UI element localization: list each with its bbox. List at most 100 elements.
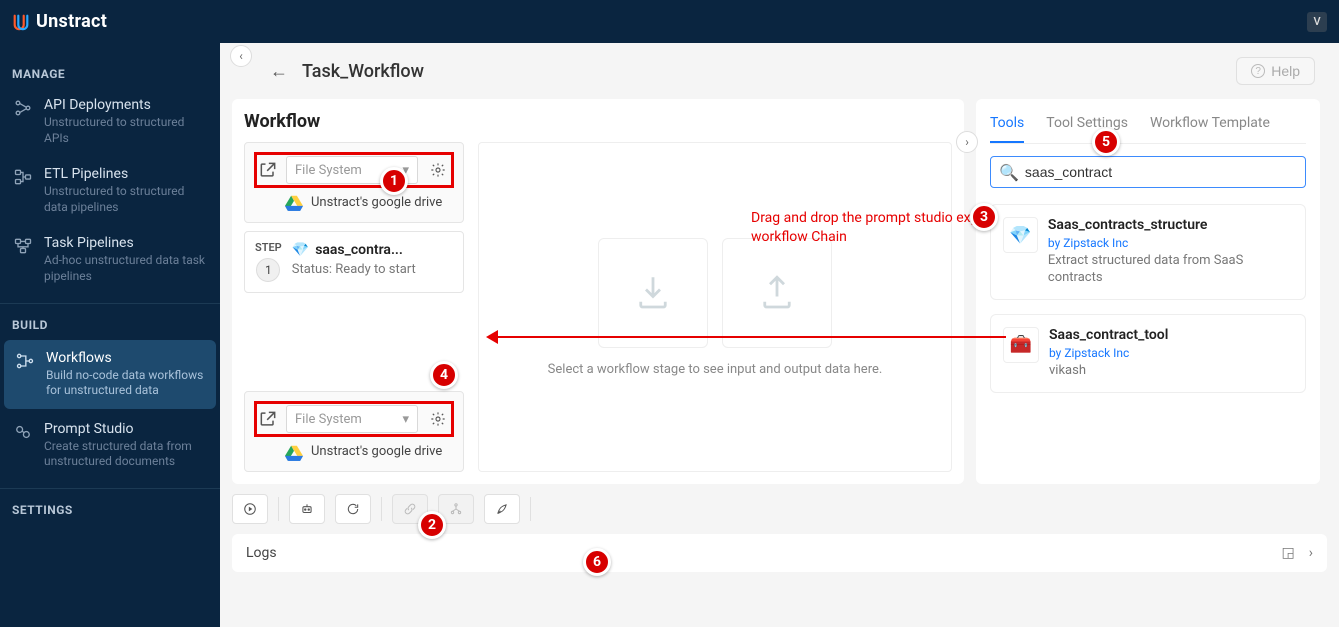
toolbox-icon: 🧰: [1003, 327, 1039, 363]
workflow-heading: Workflow: [244, 111, 952, 132]
sidebar-item-subtitle: Unstructured to structured APIs: [44, 115, 208, 146]
preview-placeholder-text: Select a workflow stage to see input and…: [548, 362, 883, 377]
page-header: ← Task_Workflow ? Help: [220, 43, 1339, 99]
source-connector-card: File System ▾ Unstract's google drive: [244, 142, 464, 223]
toolbar-divider: [278, 497, 279, 521]
search-icon: 🔍: [999, 163, 1019, 182]
right-tabbar: Tools Tool Settings Workflow Template: [990, 105, 1306, 144]
sidebar-item-api-deployments[interactable]: API Deployments Unstructured to structure…: [0, 87, 220, 156]
workflow-toolbar: [232, 494, 1327, 524]
google-drive-icon: [285, 195, 303, 211]
sidebar-item-subtitle: Unstructured to structured data pipeline…: [44, 184, 208, 215]
sidebar-item-subtitle: Ad-hoc unstructured data task pipelines: [44, 253, 208, 284]
output-placeholder-icon: [722, 238, 832, 348]
gem-icon: 💎: [1003, 217, 1038, 253]
sidebar-divider: [0, 488, 220, 489]
tool-card-saas-structure[interactable]: 💎 Saas_contracts_structure by Zipstack I…: [990, 204, 1306, 300]
sidebar-item-prompt-studio[interactable]: Prompt Studio Create structured data from…: [0, 411, 220, 480]
step-status: Status: Ready to start: [292, 262, 416, 277]
sidebar-item-task-pipelines[interactable]: Task Pipelines Ad-hoc unstructured data t…: [0, 225, 220, 294]
help-button[interactable]: ? Help: [1236, 57, 1315, 85]
chevron-down-icon: ▾: [402, 412, 409, 427]
dest-connector-card: File System ▾ Unstract's google drive: [244, 391, 464, 472]
step-number: 1: [256, 258, 280, 282]
select-value: File System: [295, 163, 362, 178]
sidebar-item-title: API Deployments: [44, 97, 208, 113]
google-drive-icon: [285, 445, 303, 461]
source-settings-button[interactable]: [426, 158, 450, 182]
content-area: ‹ ← Task_Workflow ? Help Workflow: [220, 43, 1339, 627]
help-label: Help: [1271, 63, 1300, 79]
dest-settings-button[interactable]: [426, 407, 450, 431]
sidebar-item-etl-pipelines[interactable]: ETL Pipelines Unstructured to structured …: [0, 156, 220, 225]
task-pipeline-icon: [12, 235, 34, 257]
sidebar-item-title: Prompt Studio: [44, 421, 208, 437]
tools-pane: › Tools Tool Settings Workflow Template …: [976, 99, 1320, 484]
sidebar-section-settings: SETTINGS: [0, 497, 220, 523]
right-pane-toggle[interactable]: ›: [956, 131, 978, 153]
robot-button[interactable]: [289, 494, 325, 524]
deploy-button[interactable]: [484, 494, 520, 524]
callout-6: 6: [583, 548, 611, 576]
page-title: Task_Workflow: [302, 61, 424, 82]
tool-search-input[interactable]: [1025, 164, 1297, 180]
step-label: STEP: [255, 242, 282, 254]
brand-mark-icon: [12, 13, 30, 31]
select-value: File System: [295, 412, 362, 427]
callout-3: 3: [970, 203, 998, 231]
workflow-chain: File System ▾ Unstract's google drive: [244, 142, 464, 472]
expand-icon[interactable]: ◲: [1282, 545, 1295, 561]
sidebar-section-build: BUILD: [0, 312, 220, 338]
toolbar-divider: [530, 497, 531, 521]
external-link-icon: [258, 409, 278, 429]
prompt-studio-icon: [12, 421, 34, 443]
external-link-icon: [258, 160, 278, 180]
sidebar-collapse-toggle[interactable]: ‹: [230, 45, 252, 67]
back-arrow-icon[interactable]: ←: [270, 61, 288, 82]
pipeline-icon: [12, 166, 34, 188]
sidebar-item-subtitle: Build no-code data workflows for unstruc…: [46, 368, 206, 399]
callout-5: 5: [1092, 128, 1120, 156]
api-icon: [12, 97, 34, 119]
tool-desc: Extract structured data from SaaS contra…: [1048, 253, 1293, 287]
logs-panel-header[interactable]: Logs ◲ ›: [232, 534, 1327, 572]
stage-preview-zone: Select a workflow stage to see input and…: [478, 142, 952, 472]
tab-tools[interactable]: Tools: [990, 105, 1024, 143]
workflow-icon: [14, 350, 36, 372]
sidebar-item-title: Task Pipelines: [44, 235, 208, 251]
toolbar-divider: [381, 497, 382, 521]
tool-author: by Zipstack Inc: [1049, 346, 1168, 360]
tool-card-saas-tool[interactable]: 🧰 Saas_contract_tool by Zipstack Inc vik…: [990, 314, 1306, 393]
callout-1: 1: [380, 167, 408, 195]
tool-name: Saas_contracts_structure: [1048, 217, 1293, 233]
sidebar-item-title: Workflows: [46, 350, 206, 366]
dest-type-select[interactable]: File System ▾: [286, 405, 418, 433]
sidebar-item-subtitle: Create structured data from unstructured…: [44, 439, 208, 470]
callout-2: 2: [418, 511, 446, 539]
workflow-step-1[interactable]: STEP 1 💎 saas_contra... Status: Ready to…: [244, 231, 464, 293]
step-tool-name: saas_contra...: [315, 242, 403, 258]
chevron-right-icon[interactable]: ›: [1309, 545, 1313, 561]
brand-text: Unstract: [36, 11, 107, 32]
brand-logo: Unstract: [12, 11, 107, 32]
dest-connector-label: Unstract's google drive: [311, 444, 442, 461]
run-button[interactable]: [232, 494, 268, 524]
gem-icon: 💎: [292, 242, 309, 258]
sidebar-divider: [0, 303, 220, 304]
tool-name: Saas_contract_tool: [1049, 327, 1168, 343]
sidebar: MANAGE API Deployments Unstructured to st…: [0, 43, 220, 627]
avatar-initial: V: [1313, 15, 1320, 28]
refresh-button[interactable]: [335, 494, 371, 524]
source-connector-label: Unstract's google drive: [311, 195, 442, 212]
sidebar-item-title: ETL Pipelines: [44, 166, 208, 182]
input-placeholder-icon: [598, 238, 708, 348]
user-avatar[interactable]: V: [1307, 12, 1327, 32]
sidebar-item-workflows[interactable]: Workflows Build no-code data workflows fo…: [4, 340, 216, 409]
workflow-pane: Workflow File System ▾: [232, 99, 964, 484]
tool-desc: vikash: [1049, 363, 1168, 380]
sidebar-section-manage: MANAGE: [0, 61, 220, 87]
help-icon: ?: [1251, 64, 1265, 78]
top-bar: Unstract V: [0, 0, 1339, 43]
tab-workflow-template[interactable]: Workflow Template: [1150, 105, 1270, 143]
tool-search-box: 🔍: [990, 156, 1306, 188]
